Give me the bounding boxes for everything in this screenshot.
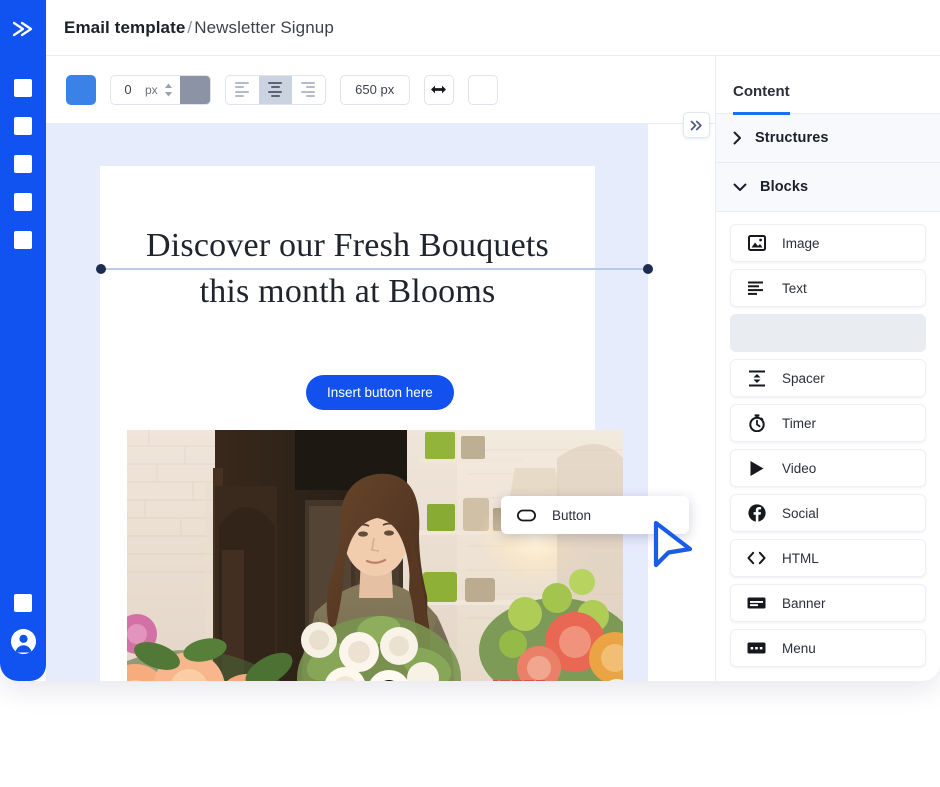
email-photo[interactable] [127, 430, 623, 681]
button-pill-icon [517, 506, 536, 525]
drop-handle-right[interactable] [643, 264, 653, 274]
alignment-button-group [224, 74, 326, 105]
align-right-icon [301, 81, 316, 98]
editor-toolbar: 0 px 650 px [46, 56, 715, 124]
block-item-label: Timer [782, 415, 816, 431]
avatar[interactable] [11, 629, 36, 654]
sidebar-item-2[interactable] [14, 117, 32, 135]
insert-button-hint[interactable]: Insert button here [306, 375, 454, 410]
app-logo[interactable] [0, 12, 46, 46]
chevron-down-icon [733, 183, 747, 192]
page-title: Newsletter Signup [194, 17, 334, 37]
left-sidebar-rail [0, 0, 46, 681]
up-down-arrows-icon[interactable] [164, 83, 180, 97]
social-icon [747, 504, 766, 523]
block-item-html[interactable]: HTML [730, 539, 926, 577]
block-item-social[interactable]: Social [730, 494, 926, 532]
chevron-right-icon [733, 131, 742, 145]
drop-indicator-line [101, 268, 649, 270]
align-center-icon [268, 81, 283, 98]
drop-indicator [46, 264, 653, 274]
blocks-list: Image Text Spacer Timer Video Social HTM… [716, 212, 940, 667]
content-width-field[interactable]: 650 px [339, 74, 410, 105]
email-heading-line1: Discover our Fresh Bouquets [146, 227, 549, 264]
mouse-pointer-icon [652, 519, 696, 574]
drag-ghost-label: Button [552, 507, 592, 523]
spacer-icon [747, 369, 766, 388]
section-blocks[interactable]: Blocks [716, 163, 940, 212]
block-item-label: Social [782, 505, 819, 521]
align-left-button[interactable] [226, 76, 259, 104]
panel-tab-bar: Content [716, 56, 940, 115]
breadcrumb: Email template / Newsletter Signup [64, 18, 334, 38]
sidebar-item-4[interactable] [14, 193, 32, 211]
block-item-label: HTML [782, 550, 819, 566]
extra-toolbar-button[interactable] [467, 74, 498, 105]
block-item-video[interactable]: Video [730, 449, 926, 487]
code-icon [747, 549, 766, 568]
app-window: Email template/Newsletter Signup 0 px [0, 0, 940, 681]
sidebar-item-5[interactable] [14, 231, 32, 249]
right-panel: Content Structures Blocks Image Text Spa… [715, 56, 940, 681]
sidebar-item-1[interactable] [14, 79, 32, 97]
resize-width-button[interactable] [423, 74, 454, 105]
block-item-text[interactable]: Text [730, 269, 926, 307]
background-color-swatch[interactable] [66, 74, 96, 105]
block-item-timer[interactable]: Timer [730, 404, 926, 442]
video-icon [747, 459, 766, 478]
align-left-icon [235, 81, 250, 98]
section-structures-label: Structures [755, 130, 829, 146]
block-item-image[interactable]: Image [730, 224, 926, 262]
tab-content[interactable]: Content [733, 83, 790, 115]
breadcrumb-separator: / [187, 17, 193, 37]
border-width-stepper[interactable]: 0 px [110, 74, 211, 105]
timer-icon [747, 414, 766, 433]
email-heading-line2: this month at Blooms [199, 273, 496, 310]
banner-icon [747, 594, 766, 613]
collapse-panel-button[interactable] [683, 112, 710, 138]
block-item-label: Image [782, 235, 820, 251]
border-width-unit: px [145, 82, 158, 97]
text-icon [747, 279, 766, 298]
horizontal-arrows-icon [431, 85, 447, 94]
border-width-value: 0 [124, 82, 132, 97]
double-chevron-right-icon [690, 120, 702, 130]
sidebar-item-3[interactable] [14, 155, 32, 173]
block-item-spacer[interactable]: Spacer [730, 359, 926, 397]
user-avatar-icon [11, 629, 36, 654]
florist-photo [127, 430, 623, 681]
breadcrumb-root: Email template [64, 17, 186, 37]
content-width-value: 650 px [355, 82, 395, 97]
block-item-label: Spacer [782, 370, 825, 386]
app-header: Email template / Newsletter Signup [46, 0, 940, 56]
image-icon [747, 234, 766, 253]
block-item-label: Banner [782, 595, 826, 611]
drop-handle-left[interactable] [96, 264, 106, 274]
align-right-button[interactable] [292, 76, 325, 104]
block-item-placeholder [730, 314, 926, 352]
block-item-menu[interactable]: Menu [730, 629, 926, 667]
section-blocks-label: Blocks [760, 179, 809, 195]
block-item-label: Video [782, 460, 817, 476]
align-center-button[interactable] [258, 75, 292, 104]
double-chevron-right-icon [12, 21, 33, 37]
menu-icon [747, 639, 766, 658]
block-item-banner[interactable]: Banner [730, 584, 926, 622]
sidebar-item-6[interactable] [14, 594, 32, 612]
block-item-label: Text [782, 280, 807, 296]
block-item-label: Menu [782, 640, 816, 656]
section-structures[interactable]: Structures [716, 114, 940, 163]
border-color-swatch[interactable] [179, 75, 210, 104]
